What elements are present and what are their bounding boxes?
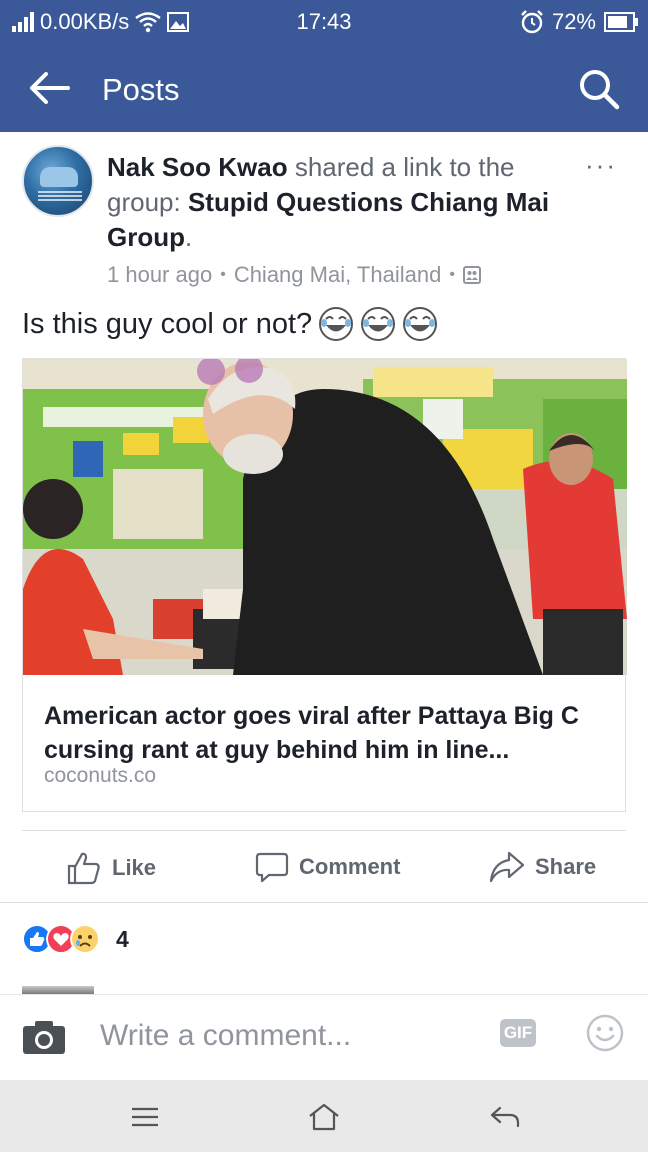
sticker-smiley-icon[interactable] bbox=[586, 1014, 624, 1052]
sad-reaction-icon bbox=[70, 924, 100, 954]
laughing-emoji-icon bbox=[403, 307, 438, 341]
page-title: Posts bbox=[102, 72, 180, 107]
post-actions: Like Comment Share bbox=[0, 838, 648, 898]
comment-bubble-icon bbox=[255, 852, 289, 883]
home-icon[interactable] bbox=[307, 1102, 341, 1132]
post-header: Nak Soo Kwao shared a link to the group:… bbox=[107, 152, 550, 252]
post-message: Is this guy cool or not? bbox=[22, 307, 313, 340]
link-domain: coconuts.co bbox=[44, 764, 157, 787]
commenter-avatar[interactable] bbox=[22, 986, 94, 994]
group-privacy-icon bbox=[462, 266, 481, 284]
share-label: Share bbox=[535, 854, 597, 879]
search-icon[interactable] bbox=[578, 68, 620, 110]
like-label: Like bbox=[112, 855, 157, 880]
laughing-emoji-icon bbox=[319, 307, 354, 341]
battery-icon bbox=[604, 12, 638, 32]
more-options-icon[interactable]: ··· bbox=[585, 150, 617, 181]
status-bar: 0.00KB/s 17:43 72% bbox=[0, 0, 648, 44]
comment-button[interactable]: Comment bbox=[255, 850, 400, 884]
system-nav-bar bbox=[0, 1080, 648, 1152]
back-arrow-icon[interactable] bbox=[28, 70, 70, 106]
alarm-icon bbox=[521, 10, 543, 34]
share-button[interactable]: Share bbox=[489, 850, 596, 884]
post-location[interactable]: Chiang Mai, Thailand bbox=[234, 262, 442, 288]
meta-separator: • bbox=[449, 266, 455, 283]
battery-percent: 72% bbox=[551, 9, 596, 34]
post-time[interactable]: 1 hour ago bbox=[107, 262, 212, 288]
back-icon[interactable] bbox=[488, 1102, 522, 1132]
status-right: 72% bbox=[520, 9, 638, 35]
author-name[interactable]: Nak Soo Kwao bbox=[107, 152, 288, 182]
menu-icon[interactable] bbox=[128, 1102, 162, 1132]
divider bbox=[22, 830, 626, 831]
reactions-summary[interactable]: 4 bbox=[22, 924, 129, 954]
like-button[interactable]: Like bbox=[66, 850, 156, 886]
laughing-emoji-icon bbox=[361, 307, 396, 341]
post-meta: 1 hour ago • Chiang Mai, Thailand • bbox=[107, 262, 481, 288]
gif-button[interactable]: GIF bbox=[500, 1019, 536, 1047]
comment-label: Comment bbox=[299, 854, 401, 879]
link-title[interactable]: American actor goes viral after Pattaya … bbox=[44, 699, 604, 767]
meta-separator: • bbox=[220, 266, 226, 283]
like-thumb-icon bbox=[67, 852, 100, 885]
post-text-row: Is this guy cool or not? bbox=[22, 306, 438, 342]
camera-icon[interactable] bbox=[22, 1019, 66, 1055]
app-bar: Posts bbox=[0, 44, 648, 132]
author-avatar[interactable] bbox=[22, 145, 94, 217]
reaction-count: 4 bbox=[116, 925, 129, 952]
comment-input[interactable] bbox=[100, 1019, 480, 1053]
link-preview-card[interactable]: American actor goes viral after Pattaya … bbox=[22, 358, 627, 812]
comment-composer: GIF bbox=[0, 994, 648, 1080]
divider bbox=[0, 902, 648, 903]
share-arrow-icon bbox=[489, 851, 525, 883]
link-preview-image[interactable] bbox=[23, 359, 627, 675]
